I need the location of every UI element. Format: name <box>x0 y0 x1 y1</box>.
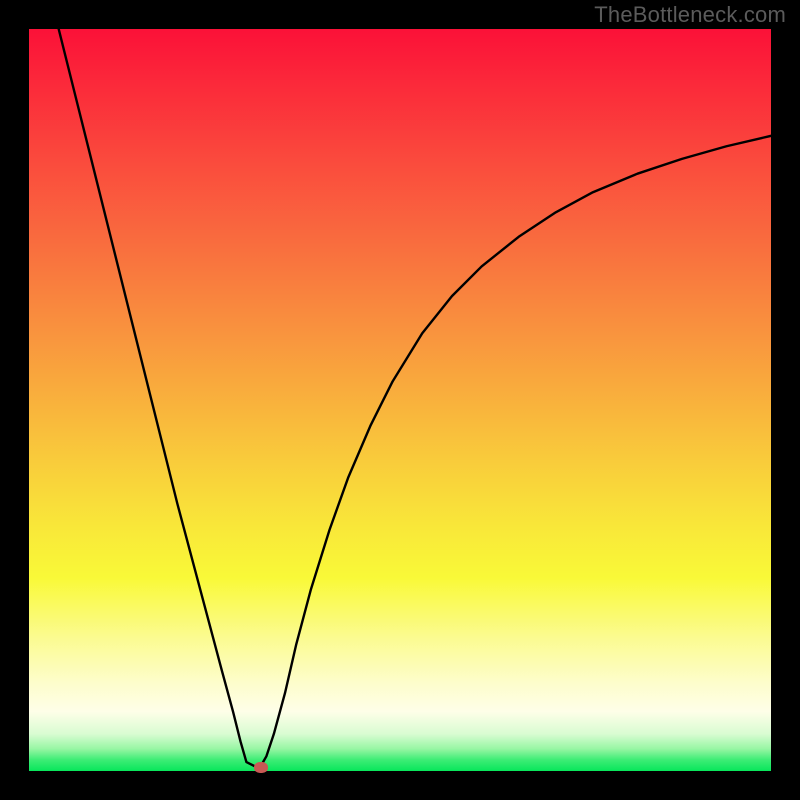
plot-area <box>29 29 771 771</box>
chart-frame: TheBottleneck.com <box>0 0 800 800</box>
optimal-marker <box>254 762 268 773</box>
bottleneck-curve <box>29 29 771 771</box>
watermark-text: TheBottleneck.com <box>594 2 786 28</box>
